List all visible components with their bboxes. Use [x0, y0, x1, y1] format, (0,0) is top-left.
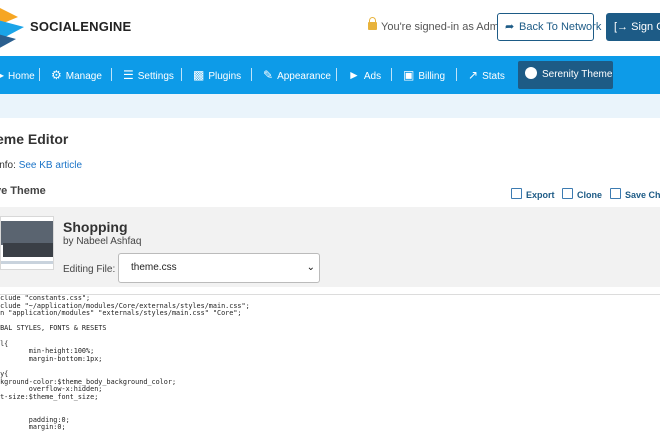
save-label: Save Chan: [625, 190, 660, 200]
nav-item-ads[interactable]: ► Ads: [348, 56, 381, 94]
active-theme-heading: ve Theme: [0, 185, 46, 197]
socialengine-logo-icon[interactable]: [0, 5, 24, 51]
editing-file-value: theme.css: [131, 262, 177, 273]
nav-divider: [111, 68, 112, 81]
chart-icon: ↗: [468, 68, 479, 82]
chevron-down-icon: ⌄: [306, 262, 315, 273]
nav-item-label: Serenity Theme: [542, 69, 613, 80]
page-title: eme Editor: [0, 131, 69, 147]
editing-file-select[interactable]: theme.css ⌄: [118, 253, 320, 283]
sliders-icon: ☰: [123, 68, 134, 82]
lock-icon: [368, 17, 377, 30]
nav-divider: [39, 68, 40, 81]
theme-name: Shopping: [63, 219, 128, 235]
css-code-editor[interactable]: nclude "constants.css"; nclude "~/applic…: [0, 294, 660, 441]
signed-in-text: You're signed-in as Admin: [381, 21, 508, 33]
nav-divider: [336, 68, 337, 81]
nav-item-label: Stats: [482, 71, 505, 82]
nav-item-label: Plugins: [208, 71, 242, 82]
export-icon: [511, 188, 522, 199]
info-line: info: See KB article: [0, 160, 82, 171]
nav-divider: [251, 68, 252, 81]
export-label: Export: [526, 190, 555, 200]
nav-item-label: Manage: [65, 71, 102, 82]
sign-out-icon: [→: [614, 21, 629, 33]
save-icon: [610, 188, 621, 199]
money-icon: ▣: [403, 68, 415, 82]
nav-item-serenity-theme[interactable]: Serenity Theme: [518, 61, 613, 89]
nav-item-stats[interactable]: ↗ Stats: [468, 56, 505, 94]
nav-divider: [456, 68, 457, 81]
thumbnail-footer: [1, 261, 53, 264]
nav-item-label: Billing: [418, 71, 446, 82]
top-header: SOCIALENGINE You're signed-in as Admin ➦…: [0, 0, 660, 56]
nav-item-label: Settings: [137, 71, 174, 82]
thumbnail-banner: [1, 221, 53, 245]
export-button[interactable]: Export: [511, 188, 555, 200]
cogs-icon: ⚙: [51, 68, 62, 82]
theme-thumbnail: [0, 216, 54, 270]
nav-item-label: Appearance: [277, 71, 331, 82]
editing-file-label: Editing File:: [63, 264, 116, 275]
theme-author: by Nabeel Ashfaq: [63, 236, 142, 247]
nav-divider: [391, 68, 392, 81]
nav-item-manage[interactable]: ⚙ Manage: [51, 56, 102, 94]
clone-icon: [562, 188, 573, 199]
thumbnail-people: [3, 243, 53, 257]
info-prefix: info:: [0, 160, 16, 171]
sign-out-button[interactable]: [→ Sign Ou: [606, 13, 660, 41]
back-to-network-button[interactable]: ➦ Back To Network: [497, 13, 601, 41]
sub-nav-bar: [0, 94, 660, 118]
nav-item-plugins[interactable]: ▩ Plugins: [193, 56, 241, 94]
nav-item-billing[interactable]: ▣ Billing: [403, 56, 445, 94]
signed-in-status: You're signed-in as Admin: [368, 17, 508, 33]
puzzle-icon: ▩: [193, 68, 205, 82]
home-icon: ▸: [0, 68, 5, 82]
clone-label: Clone: [577, 190, 603, 200]
nav-item-label: Home: [8, 71, 35, 82]
share-arrow-icon: ➦: [505, 21, 515, 33]
nav-item-settings[interactable]: ☰ Settings: [123, 56, 174, 94]
save-changes-button[interactable]: Save Chan: [610, 188, 660, 200]
brush-icon: ✎: [263, 68, 274, 82]
clone-button[interactable]: Clone: [562, 188, 602, 200]
nav-item-home[interactable]: ▸ Home: [0, 56, 35, 94]
back-to-network-label: Back To Network: [519, 21, 602, 33]
megaphone-icon: ►: [348, 68, 360, 82]
kb-article-link[interactable]: See KB article: [19, 160, 82, 171]
nav-item-label: Ads: [363, 71, 382, 82]
sign-out-label: Sign Ou: [631, 21, 660, 33]
nav-item-appearance[interactable]: ✎ Appearance: [263, 56, 331, 94]
nav-divider: [181, 68, 182, 81]
dashboard-icon: [525, 67, 537, 80]
brand-name: SOCIALENGINE: [30, 19, 132, 34]
